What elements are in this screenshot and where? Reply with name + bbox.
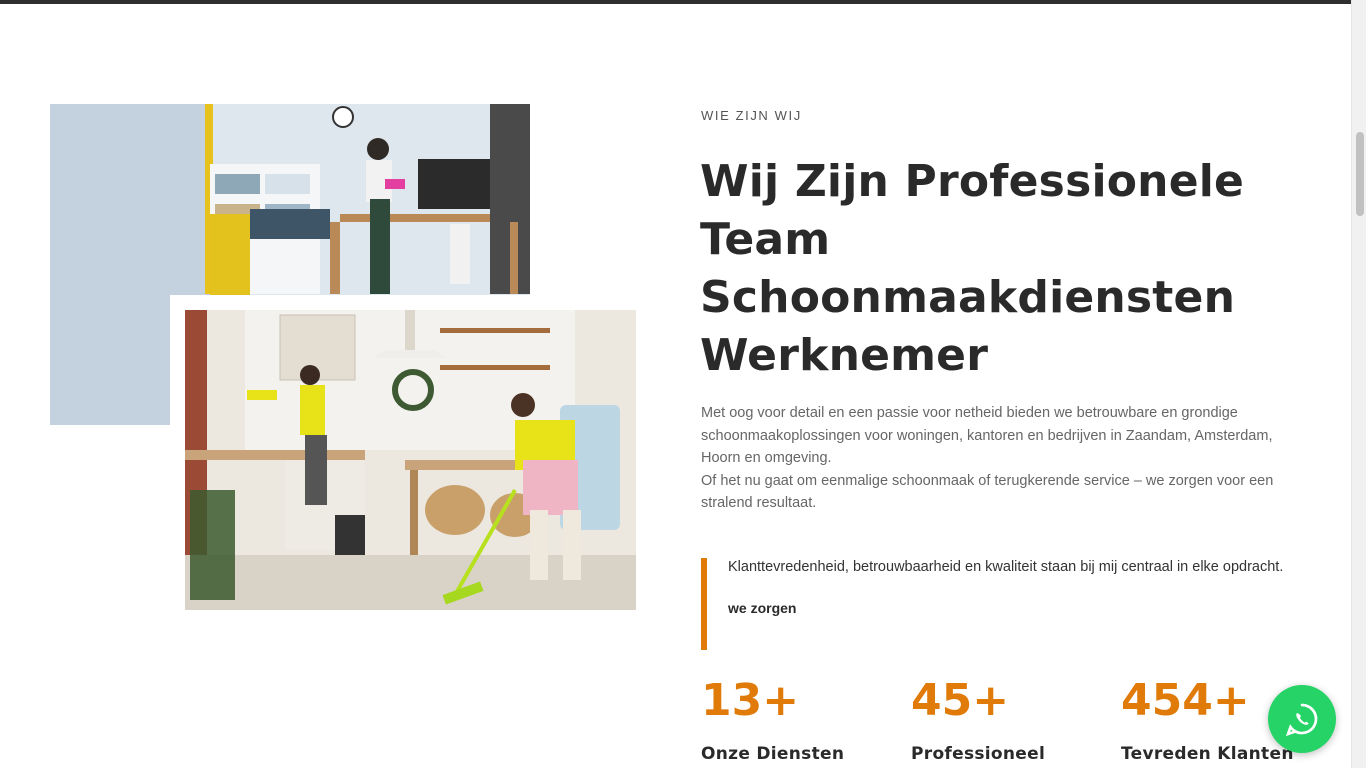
quote-block: Klanttevredenheid, betrouwbaarheid en kw…: [701, 558, 1301, 650]
stat-label: Professioneel: [911, 744, 1046, 764]
stat-label: Onze Diensten: [701, 744, 845, 764]
heading-line: Team: [700, 214, 831, 265]
section-eyebrow: WIE ZIJN WIJ: [701, 108, 802, 123]
page-scrollbar[interactable]: [1351, 0, 1366, 768]
top-section-edge: [0, 0, 1351, 4]
stat-value: 13+: [701, 675, 800, 726]
stat-services: 13+ Onze Diensten: [701, 674, 844, 764]
heading-line: Werknemer: [700, 330, 989, 381]
heading-line: Schoonmaakdiensten: [700, 272, 1236, 323]
stat-value: 45+: [911, 675, 1010, 726]
description-paragraph: Of het nu gaat om eenmalige schoonmaak o…: [701, 472, 1274, 512]
stat-professional: 45+ Professioneel: [911, 674, 1045, 764]
stat-label: Tevreden Klanten: [1121, 744, 1294, 764]
heading-line: Wij Zijn Professionele: [700, 156, 1245, 207]
quote-signature: we zorgen: [728, 600, 797, 616]
section-description: Met oog voor detail en een passie voor n…: [701, 402, 1301, 515]
kitchen-cleaning-photo: [185, 310, 636, 610]
whatsapp-icon: [1285, 703, 1318, 737]
section-heading: Wij Zijn Professionele Team Schoonmaakdi…: [700, 153, 1320, 385]
whatsapp-button[interactable]: [1268, 685, 1336, 753]
scrollbar-thumb[interactable]: [1356, 132, 1364, 216]
quote-text: Klanttevredenheid, betrouwbaarheid en kw…: [728, 559, 1284, 575]
description-paragraph: Met oog voor detail en een passie voor n…: [701, 405, 1273, 466]
